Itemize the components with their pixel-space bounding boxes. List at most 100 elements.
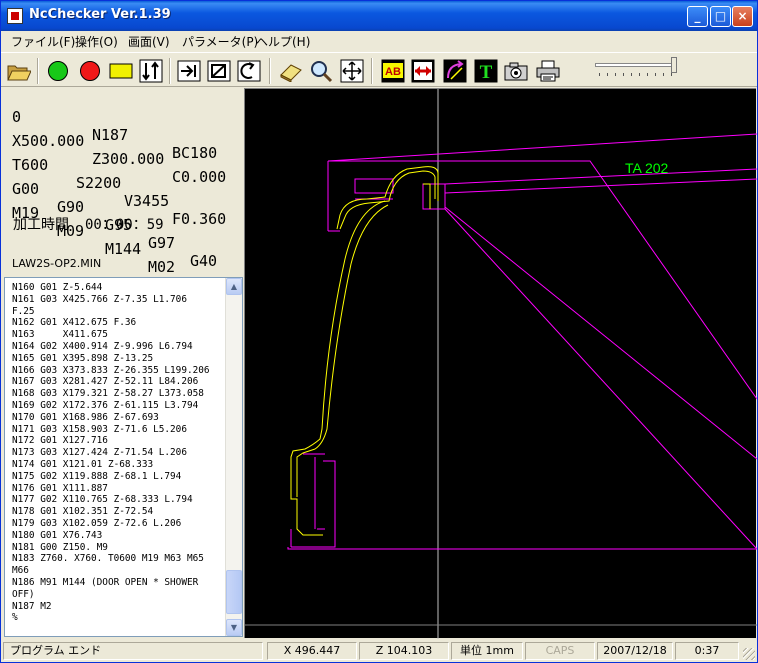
resize-grip[interactable] bbox=[743, 648, 755, 660]
ab-icon[interactable]: AB bbox=[381, 59, 405, 83]
code-line[interactable]: N170 G01 X168.986 Z-67.693 bbox=[12, 412, 224, 424]
machining-time-value: 00：00：59 bbox=[85, 217, 164, 233]
scroll-thumb[interactable] bbox=[226, 570, 242, 614]
printer-icon[interactable] bbox=[536, 59, 560, 83]
tool-path bbox=[287, 133, 758, 550]
rotate-icon[interactable] bbox=[443, 59, 467, 83]
code-line[interactable]: N177 G02 X110.765 Z-68.333 L.794 bbox=[12, 494, 224, 506]
step-icon[interactable] bbox=[177, 59, 201, 83]
open-folder-icon[interactable] bbox=[7, 59, 31, 83]
speed-slider-track[interactable] bbox=[595, 63, 675, 67]
camera-icon[interactable] bbox=[504, 59, 528, 83]
speed-slider-ticks bbox=[599, 73, 673, 76]
menu-help[interactable]: ヘルプ(H) bbox=[256, 33, 310, 50]
status-caps: CAPS bbox=[525, 642, 595, 660]
minimize-button[interactable]: _ bbox=[687, 6, 708, 27]
menu-parameter[interactable]: パラメータ(P) bbox=[182, 33, 258, 50]
code-line[interactable]: N176 G01 X111.887 bbox=[12, 483, 224, 495]
ab-icon-label: AB bbox=[385, 66, 401, 78]
program-filename: LAW2S-OP2.MIN bbox=[12, 257, 102, 270]
code-line[interactable]: N180 G01 X76.743 bbox=[12, 530, 224, 542]
machining-time-label: 加工時間 bbox=[13, 217, 69, 233]
f-value: F0.360 bbox=[172, 210, 227, 228]
green-circle-icon[interactable] bbox=[46, 59, 70, 83]
v-value: V3455 bbox=[124, 192, 170, 210]
c-position: C0.000 bbox=[172, 168, 227, 186]
listing-scrollbar[interactable]: ▲ ▼ bbox=[225, 278, 242, 636]
text-icon-label: T bbox=[480, 62, 493, 83]
cycle-icon[interactable] bbox=[237, 59, 261, 83]
code-line[interactable]: N165 G01 X395.898 Z-13.25 bbox=[12, 353, 224, 365]
status-z-coord: Z 104.103 bbox=[359, 642, 449, 660]
toolbar-separator bbox=[371, 58, 373, 84]
toolbar-separator bbox=[37, 58, 39, 84]
menu-view[interactable]: 画面(V) bbox=[128, 33, 170, 50]
status-message: プログラム エンド bbox=[3, 642, 263, 660]
status-bar: プログラム エンド X 496.447 Z 104.103 単位 1mm CAP… bbox=[1, 641, 757, 662]
toolbar-separator bbox=[169, 58, 171, 84]
toolbar-separator bbox=[269, 58, 271, 84]
code-line[interactable]: N186 M91 M144 (DOOR OPEN * SHOWER bbox=[12, 577, 224, 589]
code-line[interactable]: N183 Z760. X760. T0600 M19 M63 M65 bbox=[12, 553, 224, 565]
menu-file[interactable]: ファイル(F) bbox=[11, 33, 75, 50]
code-line[interactable]: N160 G01 Z-5.644 bbox=[12, 282, 224, 294]
tool-change-icon[interactable] bbox=[139, 59, 163, 83]
code-line[interactable]: N179 G03 X102.059 Z-72.6 L.206 bbox=[12, 518, 224, 530]
zoom-icon[interactable] bbox=[309, 59, 333, 83]
g-code-4: G97 bbox=[148, 234, 176, 252]
code-line[interactable]: N187 M2 bbox=[12, 601, 224, 613]
arrows-icon[interactable] bbox=[411, 59, 435, 83]
code-line[interactable]: N164 G02 X400.914 Z-9.996 L6.794 bbox=[12, 341, 224, 353]
z-position: Z300.000 bbox=[92, 150, 165, 168]
maximize-button[interactable]: □ bbox=[710, 6, 731, 27]
eraser-icon[interactable] bbox=[279, 59, 303, 83]
code-line[interactable]: OFF) bbox=[12, 589, 224, 601]
yellow-rect-icon[interactable] bbox=[109, 59, 133, 83]
code-line[interactable]: N178 G01 X102.351 Z-72.54 bbox=[12, 506, 224, 518]
tool-label: TA 202 bbox=[625, 160, 669, 176]
menu-operation[interactable]: 操作(O) bbox=[75, 33, 118, 50]
code-line[interactable]: N169 G02 X172.376 Z-61.115 L3.794 bbox=[12, 400, 224, 412]
toolbar: AB T bbox=[1, 52, 757, 87]
s-value: S2200 bbox=[76, 174, 122, 192]
red-circle-icon[interactable] bbox=[78, 59, 102, 83]
code-line[interactable]: N171 G03 X158.903 Z-71.6 L5.206 bbox=[12, 424, 224, 436]
scroll-up-button[interactable]: ▲ bbox=[226, 278, 242, 295]
status-unit: 単位 1mm bbox=[451, 642, 523, 660]
speed-slider-thumb[interactable] bbox=[671, 57, 677, 73]
code-line[interactable]: N161 G03 X425.766 Z-7.35 L1.706 bbox=[12, 294, 224, 306]
block-icon[interactable] bbox=[207, 59, 231, 83]
status-time: 0:37 bbox=[675, 642, 739, 660]
g-code-5: G40 bbox=[190, 252, 218, 270]
code-line[interactable]: N181 G00 Z150. M9 bbox=[12, 542, 224, 554]
app-icon[interactable] bbox=[7, 8, 23, 24]
scroll-down-button[interactable]: ▼ bbox=[226, 619, 242, 636]
code-line[interactable]: N174 G01 X121.01 Z-68.333 bbox=[12, 459, 224, 471]
code-line[interactable]: N173 G03 X127.424 Z-71.54 L.206 bbox=[12, 447, 224, 459]
window-title: NcChecker Ver.1.39 bbox=[29, 7, 171, 22]
fit-icon[interactable] bbox=[340, 59, 364, 83]
m-code-4: M02 bbox=[148, 258, 176, 276]
code-line[interactable]: N162 G01 X412.675 F.36 bbox=[12, 317, 224, 329]
code-line[interactable]: N167 G03 X281.427 Z-52.11 L84.206 bbox=[12, 376, 224, 388]
code-line[interactable]: F.25 bbox=[12, 306, 224, 318]
status-date: 2007/12/18 bbox=[597, 642, 673, 660]
text-icon[interactable]: T bbox=[474, 59, 498, 83]
program-listing[interactable]: N160 G01 Z-5.644 N161 G03 X425.766 Z-7.35… bbox=[4, 277, 243, 637]
m-code-3: M144 bbox=[105, 240, 142, 258]
bc-value: BC180 bbox=[172, 144, 218, 162]
part-profile bbox=[290, 166, 439, 536]
toolpath-view[interactable]: TA 202 bbox=[244, 88, 758, 639]
app-window: NcChecker Ver.1.39 _ □ × ファイル(F) 操作(O) 画… bbox=[0, 0, 758, 663]
code-line[interactable]: N166 G03 X373.833 Z-26.355 L199.206 bbox=[12, 365, 224, 377]
code-line[interactable]: N175 G02 X119.888 Z-68.1 L.794 bbox=[12, 471, 224, 483]
code-line[interactable]: N168 G03 X179.321 Z-58.27 L373.058 bbox=[12, 388, 224, 400]
close-button[interactable]: × bbox=[732, 6, 753, 27]
status-x-coord: X 496.447 bbox=[267, 642, 357, 660]
machine-status-panel: 0 N187 BC180 X500.000 Z300.000 C0.000 T6… bbox=[4, 88, 244, 278]
title-bar[interactable]: NcChecker Ver.1.39 _ □ × bbox=[1, 1, 757, 31]
code-line[interactable]: M66 bbox=[12, 565, 224, 577]
code-line[interactable]: N163 X411.675 bbox=[12, 329, 224, 341]
code-line[interactable]: N172 G01 X127.716 bbox=[12, 435, 224, 447]
code-line[interactable]: % bbox=[12, 612, 224, 624]
